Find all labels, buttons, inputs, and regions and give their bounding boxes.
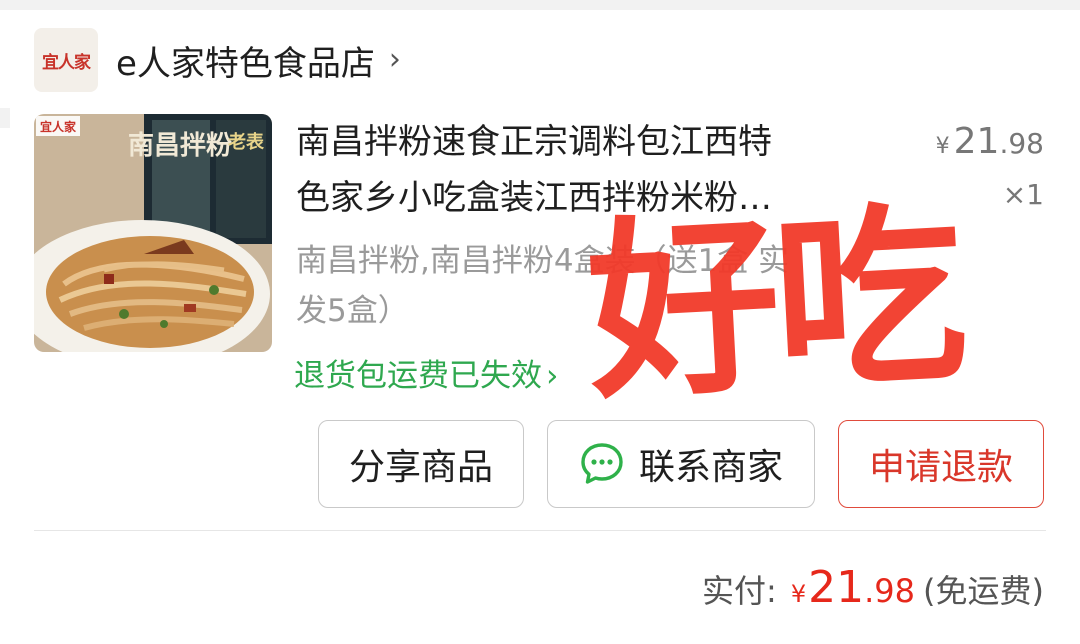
shop-logo: 宜人家 [34, 28, 98, 92]
product-title-line-1: 南昌拌粉速食正宗调料包江西特 [296, 122, 772, 162]
card-edge [0, 108, 10, 128]
image-brand-logo: 宜人家 [40, 119, 77, 134]
unit-price: ¥21.98 [936, 118, 1044, 171]
paid-currency: ¥ [790, 580, 807, 608]
contact-seller-label: 联系商家 [638, 447, 783, 488]
share-product-button[interactable]: 分享商品 [318, 420, 524, 508]
return-shipping-text: 退货包运费已失效 [294, 358, 542, 394]
paid-decimal: .98 [864, 572, 916, 610]
shipping-free-note: (免运费) [923, 572, 1044, 610]
chevron-right-icon: › [546, 358, 559, 394]
unit-price-decimal: .98 [999, 127, 1044, 160]
package-title: 南昌拌粉 [128, 131, 232, 161]
product-photo: 南昌拌粉 老表 宜人家 [34, 114, 272, 352]
quantity: ×1 [1002, 178, 1044, 211]
paid-integer: 21 [808, 562, 865, 613]
price-column: ¥21.98 ×1 [936, 118, 1044, 215]
top-strip [0, 0, 1080, 10]
shop-header[interactable]: 宜人家 e人家特色食品店 › [34, 28, 401, 92]
contact-seller-button[interactable]: 联系商家 [547, 420, 815, 508]
unit-price-integer: 21 [953, 121, 1000, 162]
product-spec-line-2: 发5盒） [296, 293, 409, 329]
product-title-line-2: 色家乡小吃盒装江西拌粉米粉… [296, 178, 772, 218]
paid-label: 实付: [702, 572, 777, 610]
product-spec-line-1: 南昌拌粉,南昌拌粉4盒装（送1盒 实 [296, 243, 790, 279]
share-product-label: 分享商品 [348, 447, 493, 488]
return-shipping-note[interactable]: 退货包运费已失效 › [294, 350, 558, 395]
shop-name[interactable]: e人家特色食品店 [116, 36, 375, 85]
chevron-right-icon[interactable]: › [389, 45, 401, 75]
package-corner-label: 老表 [228, 131, 265, 153]
product-spec: 南昌拌粉,南昌拌粉4盒装（送1盒 实 发5盒） [296, 236, 876, 336]
divider [34, 530, 1046, 531]
unit-price-currency: ¥ [935, 134, 950, 159]
request-refund-button[interactable]: 申请退款 [838, 420, 1044, 508]
request-refund-label: 申请退款 [868, 447, 1013, 488]
payment-summary: 实付: ¥21.98 (免运费) [702, 562, 1044, 613]
product-title[interactable]: 南昌拌粉速食正宗调料包江西特 色家乡小吃盒装江西拌粉米粉… [296, 114, 876, 226]
paid-amount: ¥21.98 [791, 562, 915, 613]
chat-bubble-icon [581, 443, 623, 484]
product-image[interactable]: 南昌拌粉 老表 宜人家 [34, 114, 272, 352]
